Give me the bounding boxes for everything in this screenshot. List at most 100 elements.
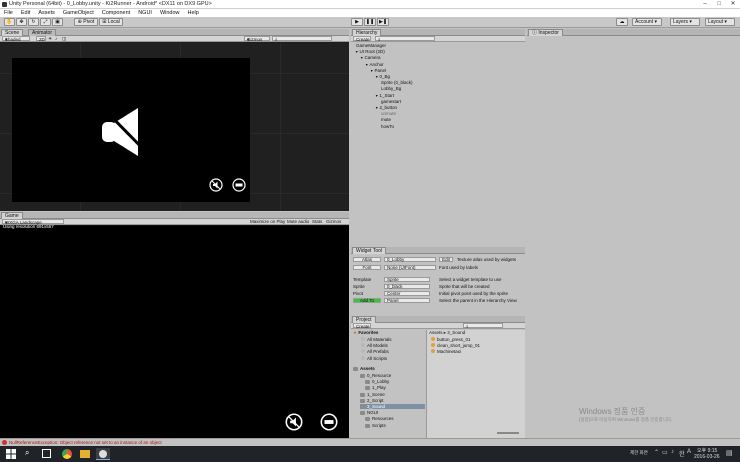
mode-2d-toggle[interactable]: 2D: [36, 36, 46, 42]
thumbnail-size-slider[interactable]: [497, 432, 519, 434]
hierarchy-item[interactable]: ▼1_Start: [375, 93, 394, 98]
tab-animator[interactable]: Animator: [28, 29, 57, 36]
notification-icon[interactable]: ▤: [726, 449, 733, 457]
rotate-tool-icon[interactable]: ↻: [28, 18, 39, 26]
asset-file-item[interactable]: button_press_01: [431, 337, 471, 342]
volume-icon[interactable]: ♪: [671, 449, 674, 455]
search-icon[interactable]: ⌕: [25, 448, 29, 458]
tab-hierarchy[interactable]: Hierarchy: [352, 29, 382, 36]
tray-up-icon[interactable]: ⌃: [654, 449, 659, 456]
hierarchy-item[interactable]: unmute: [380, 111, 396, 116]
favorite-item[interactable]: All Models: [361, 343, 388, 348]
hierarchy-search-input[interactable]: ⌕: [375, 36, 435, 42]
add-to-button[interactable]: Add To: [353, 298, 381, 303]
hierarchy-item[interactable]: mute: [380, 117, 391, 122]
game-gizmos-dropdown[interactable]: Gizmos: [326, 219, 341, 225]
task-view-icon[interactable]: [42, 449, 51, 458]
menu-assets[interactable]: Assets: [34, 9, 59, 17]
scene-view[interactable]: [0, 43, 349, 211]
scene-gizmos-dropdown[interactable]: Gizmos ▾: [244, 36, 270, 42]
favorite-item[interactable]: All Materials: [361, 337, 392, 342]
hierarchy-item[interactable]: ▼UI Root (2D): [355, 49, 385, 54]
unity-taskbar-item[interactable]: [96, 448, 110, 460]
menu-edit[interactable]: Edit: [17, 9, 34, 17]
tab-scene[interactable]: Scene: [1, 29, 24, 36]
project-create-dropdown[interactable]: Create: [353, 323, 371, 329]
asset-folder-item[interactable]: 1_Scene: [360, 392, 385, 397]
cloud-icon[interactable]: ☁: [616, 18, 628, 26]
expand-arrow-icon[interactable]: ▼: [355, 50, 358, 54]
menu-component[interactable]: Component: [98, 9, 134, 17]
atlas-field[interactable]: 0_Lobby: [384, 257, 436, 262]
expand-arrow-icon[interactable]: ▼: [375, 75, 378, 79]
mute-audio-toggle[interactable]: Mute audio: [287, 219, 309, 225]
menu-gameobject[interactable]: GameObject: [59, 9, 98, 17]
layout-dropdown[interactable]: Layout ▾: [705, 18, 735, 26]
account-dropdown[interactable]: Account ▾: [632, 18, 662, 26]
close-icon[interactable]: ✕: [726, 0, 740, 9]
tab-game[interactable]: Game: [1, 212, 23, 219]
clock-date[interactable]: 2016-03-26: [694, 454, 720, 460]
hierarchy-item[interactable]: ▼Anchor: [365, 62, 384, 67]
asset-folder-item[interactable]: NGUI: [360, 410, 378, 416]
hierarchy-item[interactable]: ▼0_Bg: [375, 74, 390, 79]
hand-tool-icon[interactable]: ✋: [4, 18, 15, 26]
asset-folder-item[interactable]: 3_Sound: [360, 404, 425, 409]
expand-arrow-icon[interactable]: ▼: [375, 94, 378, 98]
chrome-icon[interactable]: [62, 449, 72, 459]
asset-folder-item[interactable]: 1_Play: [365, 385, 386, 391]
asset-folder-item[interactable]: Scripts: [365, 423, 386, 428]
tab-widget-tool[interactable]: Widget Tool: [352, 247, 387, 254]
hierarchy-item[interactable]: ▼Panel: [370, 68, 386, 73]
asset-folder-item[interactable]: 0_Lobby: [365, 379, 389, 385]
light-icon[interactable]: ☀: [48, 36, 52, 42]
hierarchy-item[interactable]: Lobby_Bg: [380, 86, 401, 91]
expand-arrow-icon[interactable]: ▼: [375, 106, 378, 110]
maximize-icon[interactable]: □: [712, 0, 726, 9]
add-to-field[interactable]: Panel: [384, 298, 430, 303]
hierarchy-create-dropdown[interactable]: Create: [353, 36, 371, 42]
clock-time[interactable]: 오후 9:15: [697, 447, 717, 454]
hierarchy-item[interactable]: gamestart: [380, 99, 401, 104]
template-dropdown[interactable]: Sprite: [384, 277, 430, 282]
audio-icon[interactable]: ♪: [55, 36, 57, 42]
rect-tool-icon[interactable]: ▣: [52, 18, 63, 26]
sprite-dropdown[interactable]: 0_black: [384, 284, 430, 289]
scene-search-input[interactable]: ⌕: [272, 36, 332, 42]
lang-indicator[interactable]: 한: [679, 449, 685, 458]
menu-window[interactable]: Window: [156, 9, 184, 17]
status-bar[interactable]: NullReferenceException: Object reference…: [0, 438, 740, 446]
effects-icon[interactable]: ◫: [62, 36, 66, 42]
network-icon[interactable]: ▭: [662, 449, 668, 456]
minimize-icon[interactable]: –: [698, 0, 712, 9]
ime-indicator[interactable]: A: [687, 449, 691, 455]
hierarchy-item[interactable]: Sprite (0_black): [380, 80, 413, 85]
local-toggle[interactable]: ⊞ Local: [99, 18, 123, 26]
asset-file-item[interactable]: clean_short_jump_01: [431, 343, 480, 348]
layers-dropdown[interactable]: Layers ▾: [670, 18, 700, 26]
hierarchy-item[interactable]: GameManager: [355, 43, 386, 48]
expand-arrow-icon[interactable]: ▼: [370, 69, 373, 73]
step-button[interactable]: ▶❚: [377, 18, 389, 26]
tab-inspector[interactable]: ⓘ Inspector: [528, 29, 563, 36]
asset-folder-item[interactable]: Resources: [365, 416, 394, 422]
asset-folder-item[interactable]: 0_Resource: [360, 373, 391, 378]
pivot-toggle[interactable]: ⊕ Pivot: [74, 18, 98, 26]
favorites-header[interactable]: ★ Favorites: [353, 330, 378, 336]
shading-dropdown[interactable]: Shaded ▾: [2, 36, 30, 42]
file-explorer-icon[interactable]: [80, 450, 90, 458]
menu-file[interactable]: File: [0, 9, 17, 17]
hierarchy-item[interactable]: howTo: [380, 124, 394, 129]
edit-atlas-button[interactable]: Edit: [439, 257, 453, 262]
font-button[interactable]: Font: [353, 265, 381, 270]
expand-arrow-icon[interactable]: ▼: [365, 63, 368, 67]
assets-header[interactable]: Assets: [353, 366, 375, 371]
asset-file-item[interactable]: Machinetaxi: [431, 349, 461, 354]
favorite-item[interactable]: All Prefabs: [361, 349, 389, 354]
scale-tool-icon[interactable]: ⤢: [40, 18, 51, 26]
maximize-on-play-toggle[interactable]: Maximize on Play: [250, 219, 285, 225]
tab-project[interactable]: Project: [352, 316, 376, 323]
game-view[interactable]: Using resolution 691x557: [0, 224, 349, 438]
move-tool-icon[interactable]: ✥: [16, 18, 27, 26]
pivot-dropdown[interactable]: Center: [384, 291, 430, 296]
